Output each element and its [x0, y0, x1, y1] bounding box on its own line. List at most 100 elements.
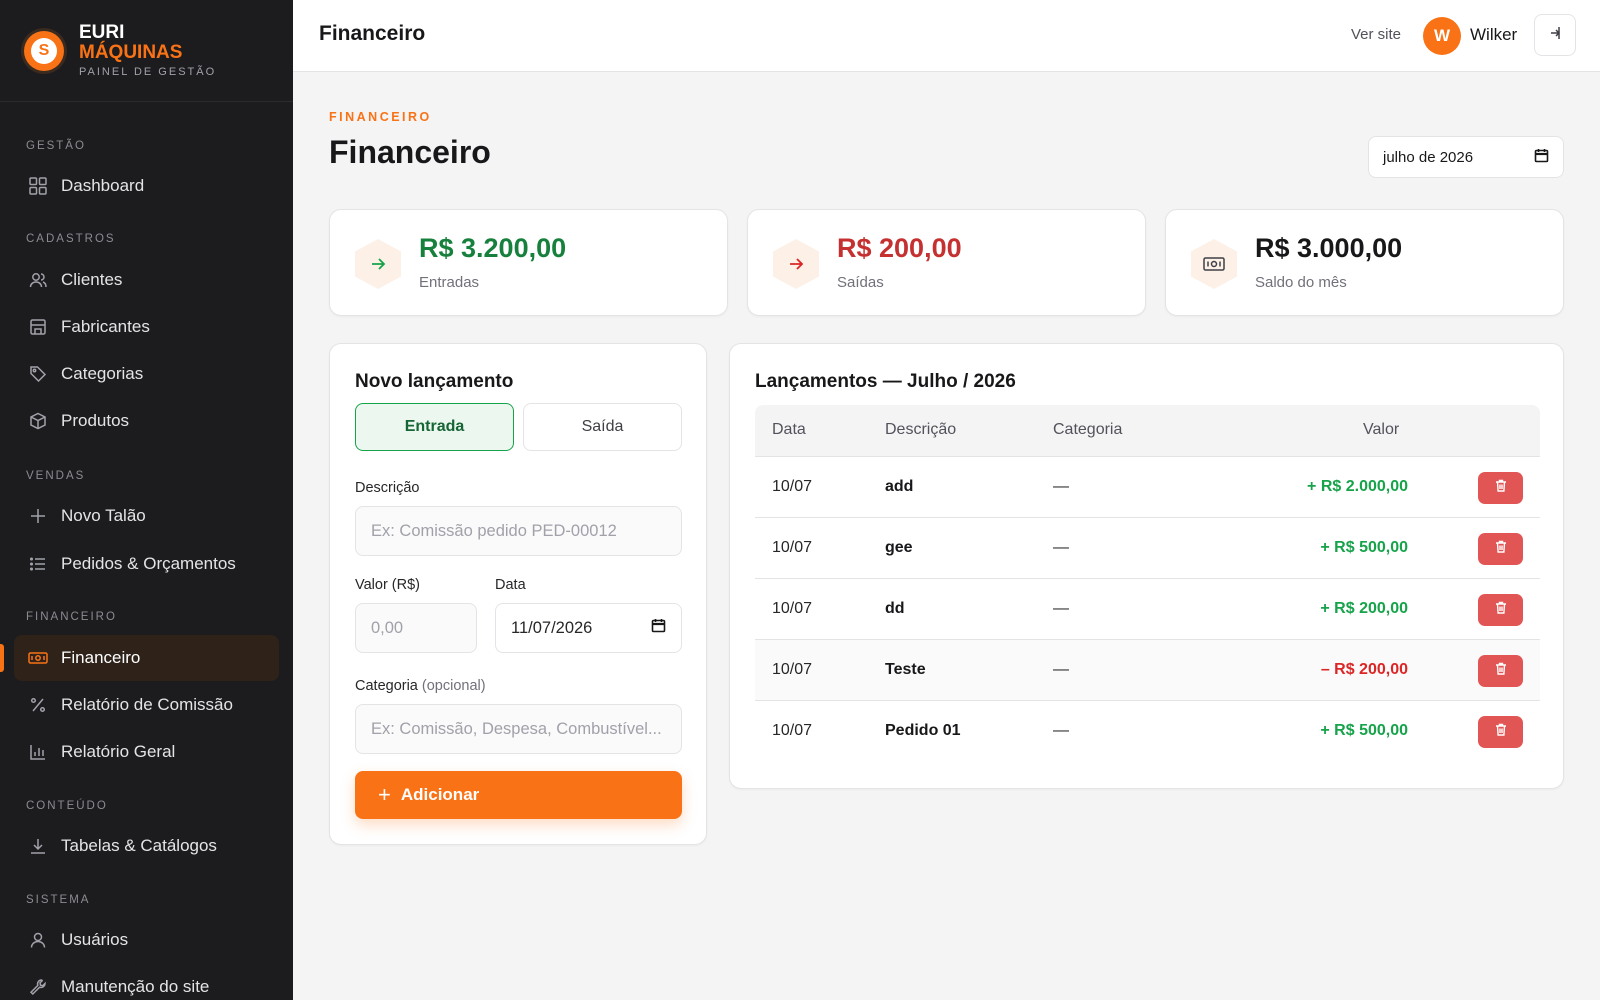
sidebar-item-fabricantes[interactable]: Fabricantes	[14, 304, 279, 350]
grid-icon	[28, 176, 48, 196]
factory-icon	[28, 317, 48, 337]
table-row: 10/07 dd — + R$ 200,00	[755, 579, 1540, 640]
sidebar-item-clientes[interactable]: Clientes	[14, 257, 279, 303]
stat-label: Saldo do mês	[1255, 274, 1347, 291]
sidebar-item-relatorio-geral[interactable]: Relatório Geral	[14, 729, 279, 775]
calendar-icon	[1534, 148, 1549, 167]
sidebar-item-relatorio-comissao[interactable]: Relatório de Comissão	[14, 682, 279, 728]
stat-value: R$ 3.000,00	[1255, 233, 1403, 263]
sidebar-item-label: Manutenção do site	[61, 977, 210, 996]
sidebar-item-manutencao[interactable]: Manutenção do site	[14, 964, 279, 1000]
row-descricao: Pedido 01	[885, 722, 961, 739]
row-categoria: —	[1053, 600, 1069, 617]
delete-button[interactable]	[1478, 655, 1523, 687]
sidebar-item-label: Fabricantes	[61, 317, 150, 336]
sidebar-item-categorias[interactable]: Categorias	[14, 351, 279, 397]
nav-section-conteudo: CONTEÚDO	[26, 800, 108, 812]
users-icon	[28, 270, 48, 290]
sidebar-item-label: Dashboard	[61, 176, 145, 195]
sidebar-item-pedidos[interactable]: Pedidos & Orçamentos	[14, 541, 279, 587]
delete-button[interactable]	[1478, 594, 1523, 626]
stat-card-saldo: R$ 3.000,00 Saldo do mês	[1165, 209, 1564, 316]
row-descricao: dd	[885, 600, 905, 617]
valor-input[interactable]: 0,00	[355, 603, 477, 653]
stat-value: R$ 3.200,00	[419, 233, 567, 263]
descricao-label: Descrição	[355, 480, 420, 496]
table-header: Data Descrição Categoria Valor	[755, 405, 1540, 457]
type-saida-button[interactable]: Saída	[523, 403, 682, 451]
delete-button[interactable]	[1478, 472, 1523, 504]
trash-icon	[1495, 662, 1507, 680]
sidebar-item-dashboard[interactable]: Dashboard	[14, 163, 279, 209]
banknote-icon	[28, 648, 48, 668]
ver-site-link[interactable]: Ver site	[1351, 26, 1401, 43]
row-valor: – R$ 200,00	[1320, 661, 1408, 678]
user-icon	[28, 930, 48, 950]
row-categoria: —	[1053, 539, 1069, 556]
brand-line-2: MÁQUINAS	[79, 42, 183, 63]
lancamentos-card: Lançamentos — Julho / 2026 Data Descriçã…	[729, 343, 1564, 789]
col-descricao: Descrição	[885, 421, 957, 438]
col-categoria: Categoria	[1053, 421, 1123, 438]
trash-icon	[1495, 601, 1507, 619]
trash-icon	[1495, 479, 1507, 497]
sidebar-item-produtos[interactable]: Produtos	[14, 398, 279, 444]
banknote-icon	[1191, 239, 1237, 289]
row-valor: + R$ 200,00	[1320, 600, 1408, 617]
delete-button[interactable]	[1478, 716, 1523, 748]
brand-tagline: PAINEL DE GESTÃO	[79, 66, 217, 78]
descricao-input[interactable]: Ex: Comissão pedido PED-00012	[355, 506, 682, 556]
sidebar-item-label: Relatório de Comissão	[61, 695, 233, 714]
col-valor: Valor	[1363, 421, 1400, 438]
table-row: 10/07 Teste — – R$ 200,00	[755, 640, 1540, 701]
row-valor: + R$ 500,00	[1320, 539, 1408, 556]
breadcrumb: FINANCEIRO	[329, 110, 432, 124]
novo-lancamento-card: Novo lançamento Entrada Saída Descrição …	[329, 343, 707, 845]
stat-card-saidas: R$ 200,00 Saídas	[747, 209, 1146, 316]
sidebar-item-label: Usuários	[61, 930, 129, 949]
nav-section-cadastros: CADASTROS	[26, 233, 116, 245]
row-valor: + R$ 500,00	[1320, 722, 1408, 739]
arrow-right-icon	[355, 239, 401, 289]
sidebar: S EURI MÁQUINAS PAINEL DE GESTÃO GESTÃO …	[0, 0, 293, 1000]
brand[interactable]: S EURI MÁQUINAS PAINEL DE GESTÃO	[0, 0, 293, 102]
page-title: Financeiro	[329, 134, 491, 170]
adicionar-label: Adicionar	[400, 785, 480, 804]
adicionar-button[interactable]: + Adicionar	[355, 771, 682, 819]
sidebar-item-financeiro[interactable]: Financeiro	[14, 635, 279, 681]
user-name[interactable]: Wilker	[1470, 25, 1517, 45]
trash-icon	[1495, 540, 1507, 558]
sidebar-item-label: Clientes	[61, 270, 123, 289]
row-data: 10/07	[772, 600, 813, 617]
sidebar-item-label: Categorias	[61, 364, 144, 383]
month-value: julho de 2026	[1383, 148, 1474, 166]
type-entrada-button[interactable]: Entrada	[355, 403, 514, 451]
bar-chart-icon	[28, 742, 48, 762]
percent-icon	[28, 695, 48, 715]
sidebar-item-label: Relatório Geral	[61, 742, 176, 761]
valor-label: Valor (R$)	[355, 577, 420, 593]
row-categoria: —	[1053, 722, 1069, 739]
row-data: 10/07	[772, 539, 813, 556]
col-data: Data	[772, 421, 806, 438]
logout-button[interactable]	[1534, 14, 1576, 56]
table-row: 10/07 gee — + R$ 500,00	[755, 518, 1540, 579]
month-picker[interactable]: julho de 2026	[1368, 136, 1564, 178]
plus-icon	[28, 506, 48, 526]
categoria-input[interactable]: Ex: Comissão, Despesa, Combustível...	[355, 704, 682, 754]
table-row: 10/07 Pedido 01 — + R$ 500,00	[755, 701, 1540, 762]
tag-icon	[28, 364, 48, 384]
stat-value: R$ 200,00	[837, 233, 962, 263]
sidebar-item-usuarios[interactable]: Usuários	[14, 917, 279, 963]
delete-button[interactable]	[1478, 533, 1523, 565]
avatar[interactable]: W	[1423, 17, 1461, 55]
nav-section-financeiro: FINANCEIRO	[26, 611, 117, 623]
list-icon	[28, 554, 48, 574]
logout-icon	[1547, 25, 1563, 46]
plus-icon: +	[378, 782, 391, 807]
row-data: 10/07	[772, 661, 813, 678]
nav-section-gestao: GESTÃO	[26, 140, 86, 152]
sidebar-item-novo-talao[interactable]: Novo Talão	[14, 493, 279, 539]
data-input[interactable]: 11/07/2026	[495, 603, 682, 653]
sidebar-item-tabelas[interactable]: Tabelas & Catálogos	[14, 823, 279, 869]
